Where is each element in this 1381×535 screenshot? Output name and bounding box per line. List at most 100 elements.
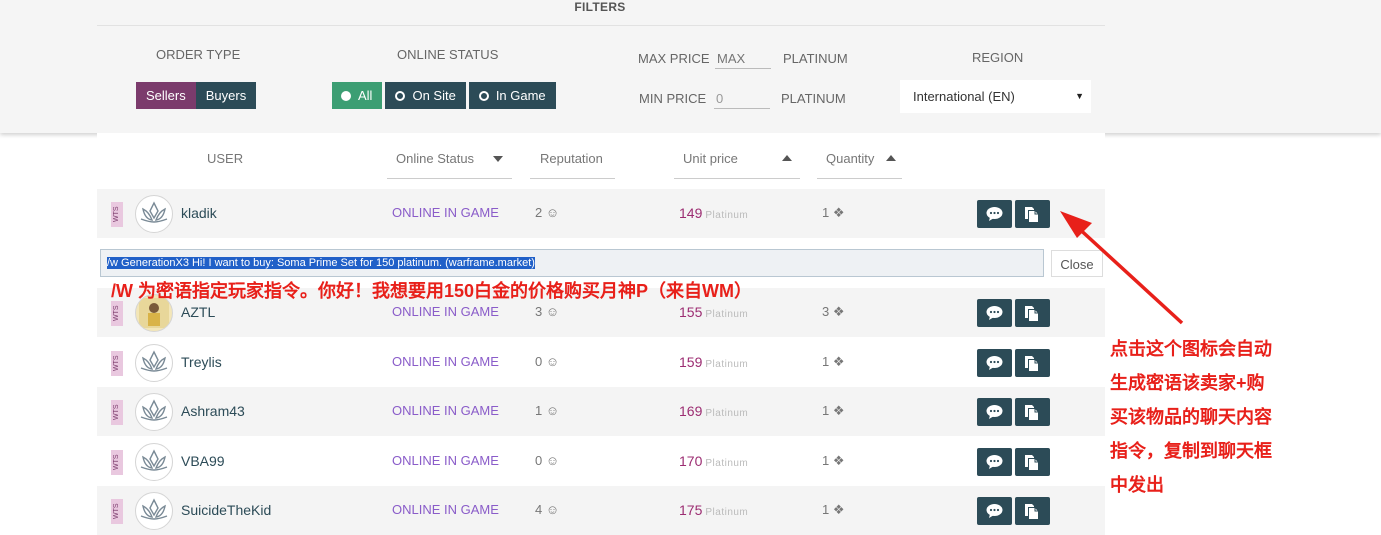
username[interactable]: VBA99: [181, 453, 225, 469]
avatar[interactable]: [135, 492, 173, 530]
lotus-logo-icon: [140, 498, 168, 520]
min-price-label: MIN PRICE: [639, 91, 707, 106]
table-row: WTS kladik ONLINE IN GAME 2 ☺ 149 Platinu…: [97, 189, 1105, 238]
smiley-icon: ☺: [545, 304, 560, 319]
annotation-line: 中发出: [1110, 475, 1164, 495]
unit-price-sort[interactable]: Unit price: [674, 133, 800, 179]
chat-bubble-icon: [986, 504, 1003, 518]
unit-price-value: 175 Platinum: [679, 502, 748, 518]
unit-price-value: 169 Platinum: [679, 403, 748, 419]
platinum-label: Platinum: [705, 210, 749, 221]
copy-whisper-button[interactable]: [1015, 398, 1050, 426]
price-amount: 175: [679, 502, 703, 518]
avatar[interactable]: [135, 195, 173, 233]
min-price-input[interactable]: [714, 89, 770, 109]
status-onsite-button[interactable]: On Site: [385, 82, 466, 109]
price-amount: 170: [679, 453, 703, 469]
reputation-value: 3 ☺: [535, 304, 559, 319]
smiley-icon: ☺: [545, 205, 560, 220]
copy-whisper-button[interactable]: [1015, 200, 1050, 228]
chat-button[interactable]: [977, 200, 1012, 228]
chat-button[interactable]: [977, 349, 1012, 377]
annotation-copy-explanation: 点击这个图标会自动 生成密语该卖家+购 买该物品的聊天内容 指令，复制到聊天框 …: [1110, 332, 1310, 502]
reputation-count: 0: [535, 354, 543, 369]
max-price-label: MAX PRICE: [638, 51, 710, 66]
username[interactable]: Ashram43: [181, 403, 245, 419]
min-price-unit: PLATINUM: [781, 91, 846, 106]
reputation-header-label: Reputation: [540, 151, 603, 166]
stack-icon: ❖: [832, 502, 845, 517]
avatar[interactable]: [135, 393, 173, 431]
chat-button[interactable]: [977, 299, 1012, 327]
avatar[interactable]: [135, 443, 173, 481]
reputation-sort[interactable]: Reputation: [530, 133, 615, 179]
wts-badge: WTS: [111, 301, 123, 326]
quantity-value: 1 ❖: [822, 453, 845, 469]
lotus-logo-icon: [140, 201, 168, 223]
wts-badge: WTS: [111, 351, 123, 376]
copy-whisper-button[interactable]: [1015, 448, 1050, 476]
annotation-line: 生成密语该卖家+购: [1110, 373, 1265, 393]
buyers-button[interactable]: Buyers: [195, 82, 257, 109]
online-status-text: ONLINE IN GAME: [392, 205, 499, 220]
wts-badge: WTS: [111, 499, 123, 524]
avatar[interactable]: [135, 344, 173, 382]
reputation-count: 3: [535, 304, 543, 319]
filters-title: FILTERS: [574, 0, 626, 14]
order-type-toggle: Sellers Buyers: [136, 82, 257, 109]
table-header: USER Online Status Reputation Unit price…: [97, 133, 1105, 188]
stack-icon: ❖: [832, 453, 845, 468]
lotus-logo-icon: [140, 350, 168, 372]
copy-icon: [1025, 207, 1038, 222]
quantity-sort[interactable]: Quantity: [817, 133, 902, 179]
copy-icon: [1025, 504, 1038, 519]
chat-bubble-icon: [986, 405, 1003, 419]
unit-price-value: 170 Platinum: [679, 453, 748, 469]
stack-icon: ❖: [832, 403, 845, 418]
chat-button[interactable]: [977, 448, 1012, 476]
reputation-count: 1: [535, 403, 543, 418]
username[interactable]: Treylis: [181, 354, 222, 370]
reputation-value: 1 ☺: [535, 403, 559, 418]
status-all-button[interactable]: All: [332, 82, 383, 109]
region-label: REGION: [972, 50, 1024, 65]
annotation-line: 点击这个图标会自动: [1110, 339, 1272, 359]
copy-whisper-button[interactable]: [1015, 299, 1050, 327]
reputation-count: 4: [535, 502, 543, 517]
online-status-label: ONLINE STATUS: [397, 47, 499, 62]
radio-on-icon: [341, 91, 351, 101]
online-status-toggle: All On Site In Game: [332, 82, 556, 109]
price-amount: 159: [679, 354, 703, 370]
order-type-label: ORDER TYPE: [156, 47, 241, 62]
online-status-header-label: Online Status: [396, 151, 475, 166]
stack-icon: ❖: [832, 304, 845, 319]
whisper-message-field[interactable]: /w GenerationX3 Hi! I want to buy: Soma …: [100, 249, 1044, 277]
username[interactable]: SuicideTheKid: [181, 502, 271, 518]
max-price-input[interactable]: [715, 49, 771, 69]
online-status-text: ONLINE IN GAME: [392, 354, 499, 369]
unit-price-header-label: Unit price: [683, 151, 738, 166]
status-ingame-button[interactable]: In Game: [468, 82, 556, 109]
username[interactable]: AZTL: [181, 304, 215, 320]
table-row: WTS Treylis ONLINE IN GAME 0 ☺ 159 Platin…: [97, 338, 1105, 387]
copy-whisper-button[interactable]: [1015, 349, 1050, 377]
status-ingame-label: In Game: [495, 88, 546, 103]
annotation-line: 指令，复制到聊天框: [1110, 441, 1272, 461]
smiley-icon: ☺: [545, 453, 560, 468]
quantity-value: 1 ❖: [822, 403, 845, 419]
quantity-count: 1: [822, 502, 830, 517]
sellers-button[interactable]: Sellers: [136, 82, 196, 109]
sort-up-icon: [886, 155, 896, 161]
chat-button[interactable]: [977, 497, 1012, 525]
quantity-count: 1: [822, 354, 830, 369]
close-button[interactable]: Close: [1051, 250, 1103, 277]
table-row: WTS SuicideTheKid ONLINE IN GAME 4 ☺ 175…: [97, 486, 1105, 535]
online-status-sort[interactable]: Online Status: [387, 133, 512, 179]
username[interactable]: kladik: [181, 205, 217, 221]
status-onsite-label: On Site: [412, 88, 456, 103]
quantity-count: 1: [822, 205, 830, 220]
copy-icon: [1025, 455, 1038, 470]
region-select[interactable]: International (EN) ▼: [900, 80, 1091, 113]
chat-button[interactable]: [977, 398, 1012, 426]
copy-whisper-button[interactable]: [1015, 497, 1050, 525]
